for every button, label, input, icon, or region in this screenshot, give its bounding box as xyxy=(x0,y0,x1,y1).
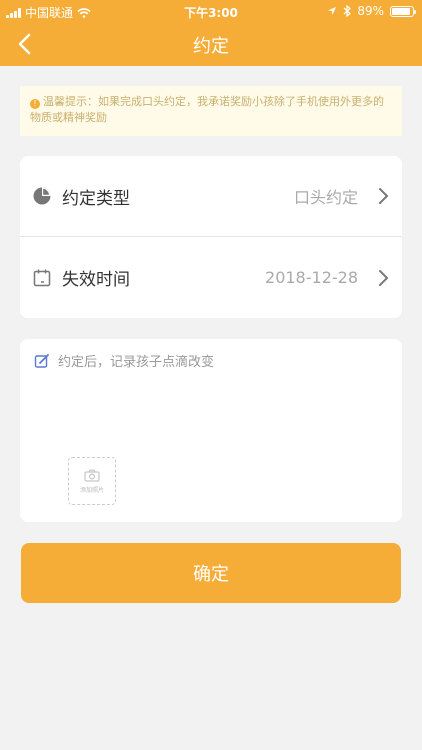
confirm-button[interactable]: 确定 xyxy=(21,543,401,603)
info-icon: ! xyxy=(30,99,40,109)
tip-text: 温馨提示：如果完成口头约定，我承诺奖励小孩除了手机使用外更多的物质或精神奖励 xyxy=(30,95,384,124)
note-input[interactable]: 约定后，记录孩子点滴改变 xyxy=(34,351,214,370)
status-right: 89% xyxy=(327,4,416,18)
agreement-type-row[interactable]: 约定类型 口头约定 xyxy=(20,156,402,237)
pie-chart-icon xyxy=(33,187,51,205)
agreement-type-label: 约定类型 xyxy=(62,188,130,209)
chevron-right-icon xyxy=(379,188,388,204)
chevron-right-icon xyxy=(379,269,388,286)
add-photo-label: 添加照片 xyxy=(79,486,104,494)
edit-icon xyxy=(34,353,49,368)
top-bar: 中国联通 下午3:00 89% 约定 xyxy=(0,0,422,66)
tip-banner: ! 温馨提示：如果完成口头约定，我承诺奖励小孩除了手机使用外更多的物质或精神奖励 xyxy=(20,86,402,136)
expiry-time-label: 失效时间 xyxy=(62,270,130,290)
page-title: 约定 xyxy=(193,36,229,57)
battery-percent: 89% xyxy=(357,4,384,18)
nav-bar: 约定 xyxy=(0,22,422,66)
battery-icon xyxy=(390,5,416,17)
note-card[interactable]: 约定后，记录孩子点滴改变 添加照片 xyxy=(20,339,402,522)
expiry-time-row[interactable]: 失效时间 2018-12-28 xyxy=(20,237,402,318)
settings-card: 约定类型 口头约定 失效时间 2018-12-28 xyxy=(20,156,402,318)
status-bar: 中国联通 下午3:00 89% xyxy=(0,0,422,22)
camera-icon xyxy=(84,469,100,482)
bluetooth-icon xyxy=(343,5,352,17)
agreement-type-value: 口头约定 xyxy=(293,188,358,207)
battery-fill xyxy=(392,7,410,15)
location-arrow-icon xyxy=(328,7,337,15)
expiry-time-value: 2018-12-28 xyxy=(265,268,358,287)
calendar-icon xyxy=(33,269,51,286)
add-photo-button[interactable]: 添加照片 xyxy=(68,457,116,505)
note-placeholder: 约定后，记录孩子点滴改变 xyxy=(58,355,215,370)
